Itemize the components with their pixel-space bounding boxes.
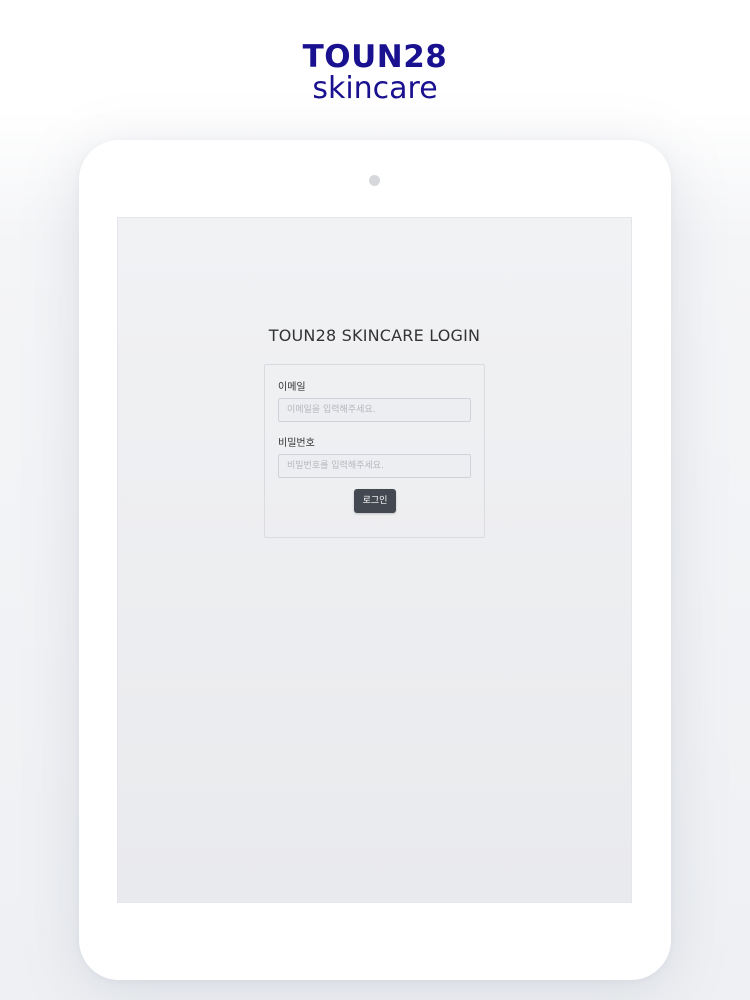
- password-label: 비밀번호: [278, 438, 315, 449]
- tablet-frame: TOUN28 SKINCARE LOGIN 이메일 이메일을 입력해주세요. 비…: [79, 140, 671, 980]
- login-heading: TOUN28 SKINCARE LOGIN: [268, 326, 481, 345]
- brand-subtitle: skincare: [312, 71, 438, 106]
- password-field[interactable]: 비밀번호를 입력해주세요.: [278, 454, 471, 478]
- email-label: 이메일: [278, 382, 306, 393]
- brand-header: TOUN28 skincare: [0, 40, 750, 106]
- email-field[interactable]: 이메일을 입력해주세요.: [278, 398, 471, 422]
- login-button[interactable]: 로그인: [354, 489, 396, 513]
- tablet-screen: TOUN28 SKINCARE LOGIN 이메일 이메일을 입력해주세요. 비…: [117, 217, 632, 903]
- brand-title: TOUN28: [302, 39, 448, 75]
- camera-icon: [369, 175, 380, 186]
- login-form: 이메일 이메일을 입력해주세요. 비밀번호 비밀번호를 입력해주세요. 로그인: [264, 364, 485, 538]
